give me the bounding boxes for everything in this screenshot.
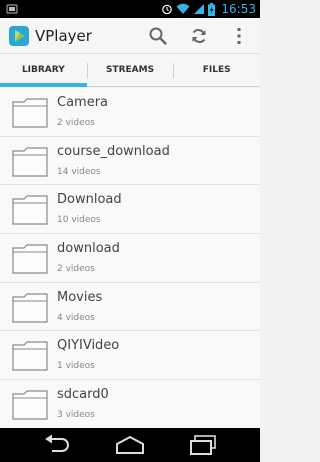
- tab-bar: LIBRARY STREAMS FILES: [0, 54, 260, 87]
- folder-name: Camera: [57, 95, 109, 110]
- folder-name: QIYIVideo: [57, 338, 120, 354]
- folder-name: sdcard0: [57, 387, 109, 403]
- folder-icon: [12, 147, 48, 177]
- navigation-bar: [0, 428, 260, 462]
- search-icon[interactable]: [148, 26, 168, 46]
- folder-video-count: 10 videos: [57, 215, 101, 226]
- tab-library[interactable]: LIBRARY: [0, 54, 87, 87]
- folder-video-count: 2 videos: [57, 264, 95, 275]
- battery-icon: [208, 2, 216, 16]
- folder-name: course_download: [57, 143, 170, 159]
- list-item[interactable]: QIYIVideo 1 videos: [0, 331, 260, 381]
- list-item[interactable]: Movies 4 videos: [0, 283, 260, 332]
- folder-icon: [12, 244, 48, 274]
- tab-library-label: LIBRARY: [21, 65, 65, 75]
- folder-icon: [12, 98, 48, 128]
- wifi-icon: [176, 3, 190, 14]
- folder-video-count: 1 videos: [57, 361, 95, 372]
- back-icon[interactable]: [42, 434, 72, 456]
- folder-icon: [12, 195, 48, 225]
- folder-list: Camera 2 videos course_download 14 video…: [0, 88, 260, 428]
- folder-name: Download: [57, 192, 122, 208]
- folder-icon: [12, 293, 48, 323]
- status-bar: 16:53: [0, 0, 260, 18]
- tab-files-label: FILES: [202, 65, 231, 75]
- vplayer-logo-icon: [9, 26, 29, 46]
- home-icon[interactable]: [115, 434, 145, 456]
- list-item[interactable]: Download 10 videos: [0, 185, 260, 235]
- alarm-icon: [162, 4, 173, 15]
- recent-apps-icon[interactable]: [188, 434, 218, 456]
- list-item[interactable]: sdcard0 3 videos: [0, 380, 260, 428]
- overflow-menu-icon[interactable]: [229, 26, 249, 46]
- folder-video-count: 3 videos: [57, 410, 95, 421]
- folder-video-count: 2 videos: [57, 118, 95, 128]
- tab-streams[interactable]: STREAMS: [86, 54, 174, 86]
- signal-icon: [194, 4, 205, 14]
- tab-files[interactable]: FILES: [173, 54, 260, 86]
- refresh-icon[interactable]: [189, 26, 209, 46]
- list-item[interactable]: Camera 2 videos: [0, 88, 260, 137]
- list-item[interactable]: download 2 videos: [0, 234, 260, 283]
- action-bar: VPlayer: [0, 18, 260, 54]
- tab-streams-label: STREAMS: [105, 65, 155, 75]
- folder-name: Movies: [57, 289, 103, 305]
- folder-video-count: 14 videos: [57, 166, 101, 177]
- folder-name: download: [57, 241, 120, 257]
- list-item[interactable]: course_download 14 videos: [0, 137, 260, 186]
- folder-icon: [12, 341, 48, 372]
- android-notification-icon: [6, 4, 18, 14]
- folder-video-count: 4 videos: [57, 312, 95, 323]
- app-title: VPlayer: [35, 27, 92, 45]
- status-time: 16:53: [221, 2, 256, 16]
- folder-icon: [12, 390, 48, 420]
